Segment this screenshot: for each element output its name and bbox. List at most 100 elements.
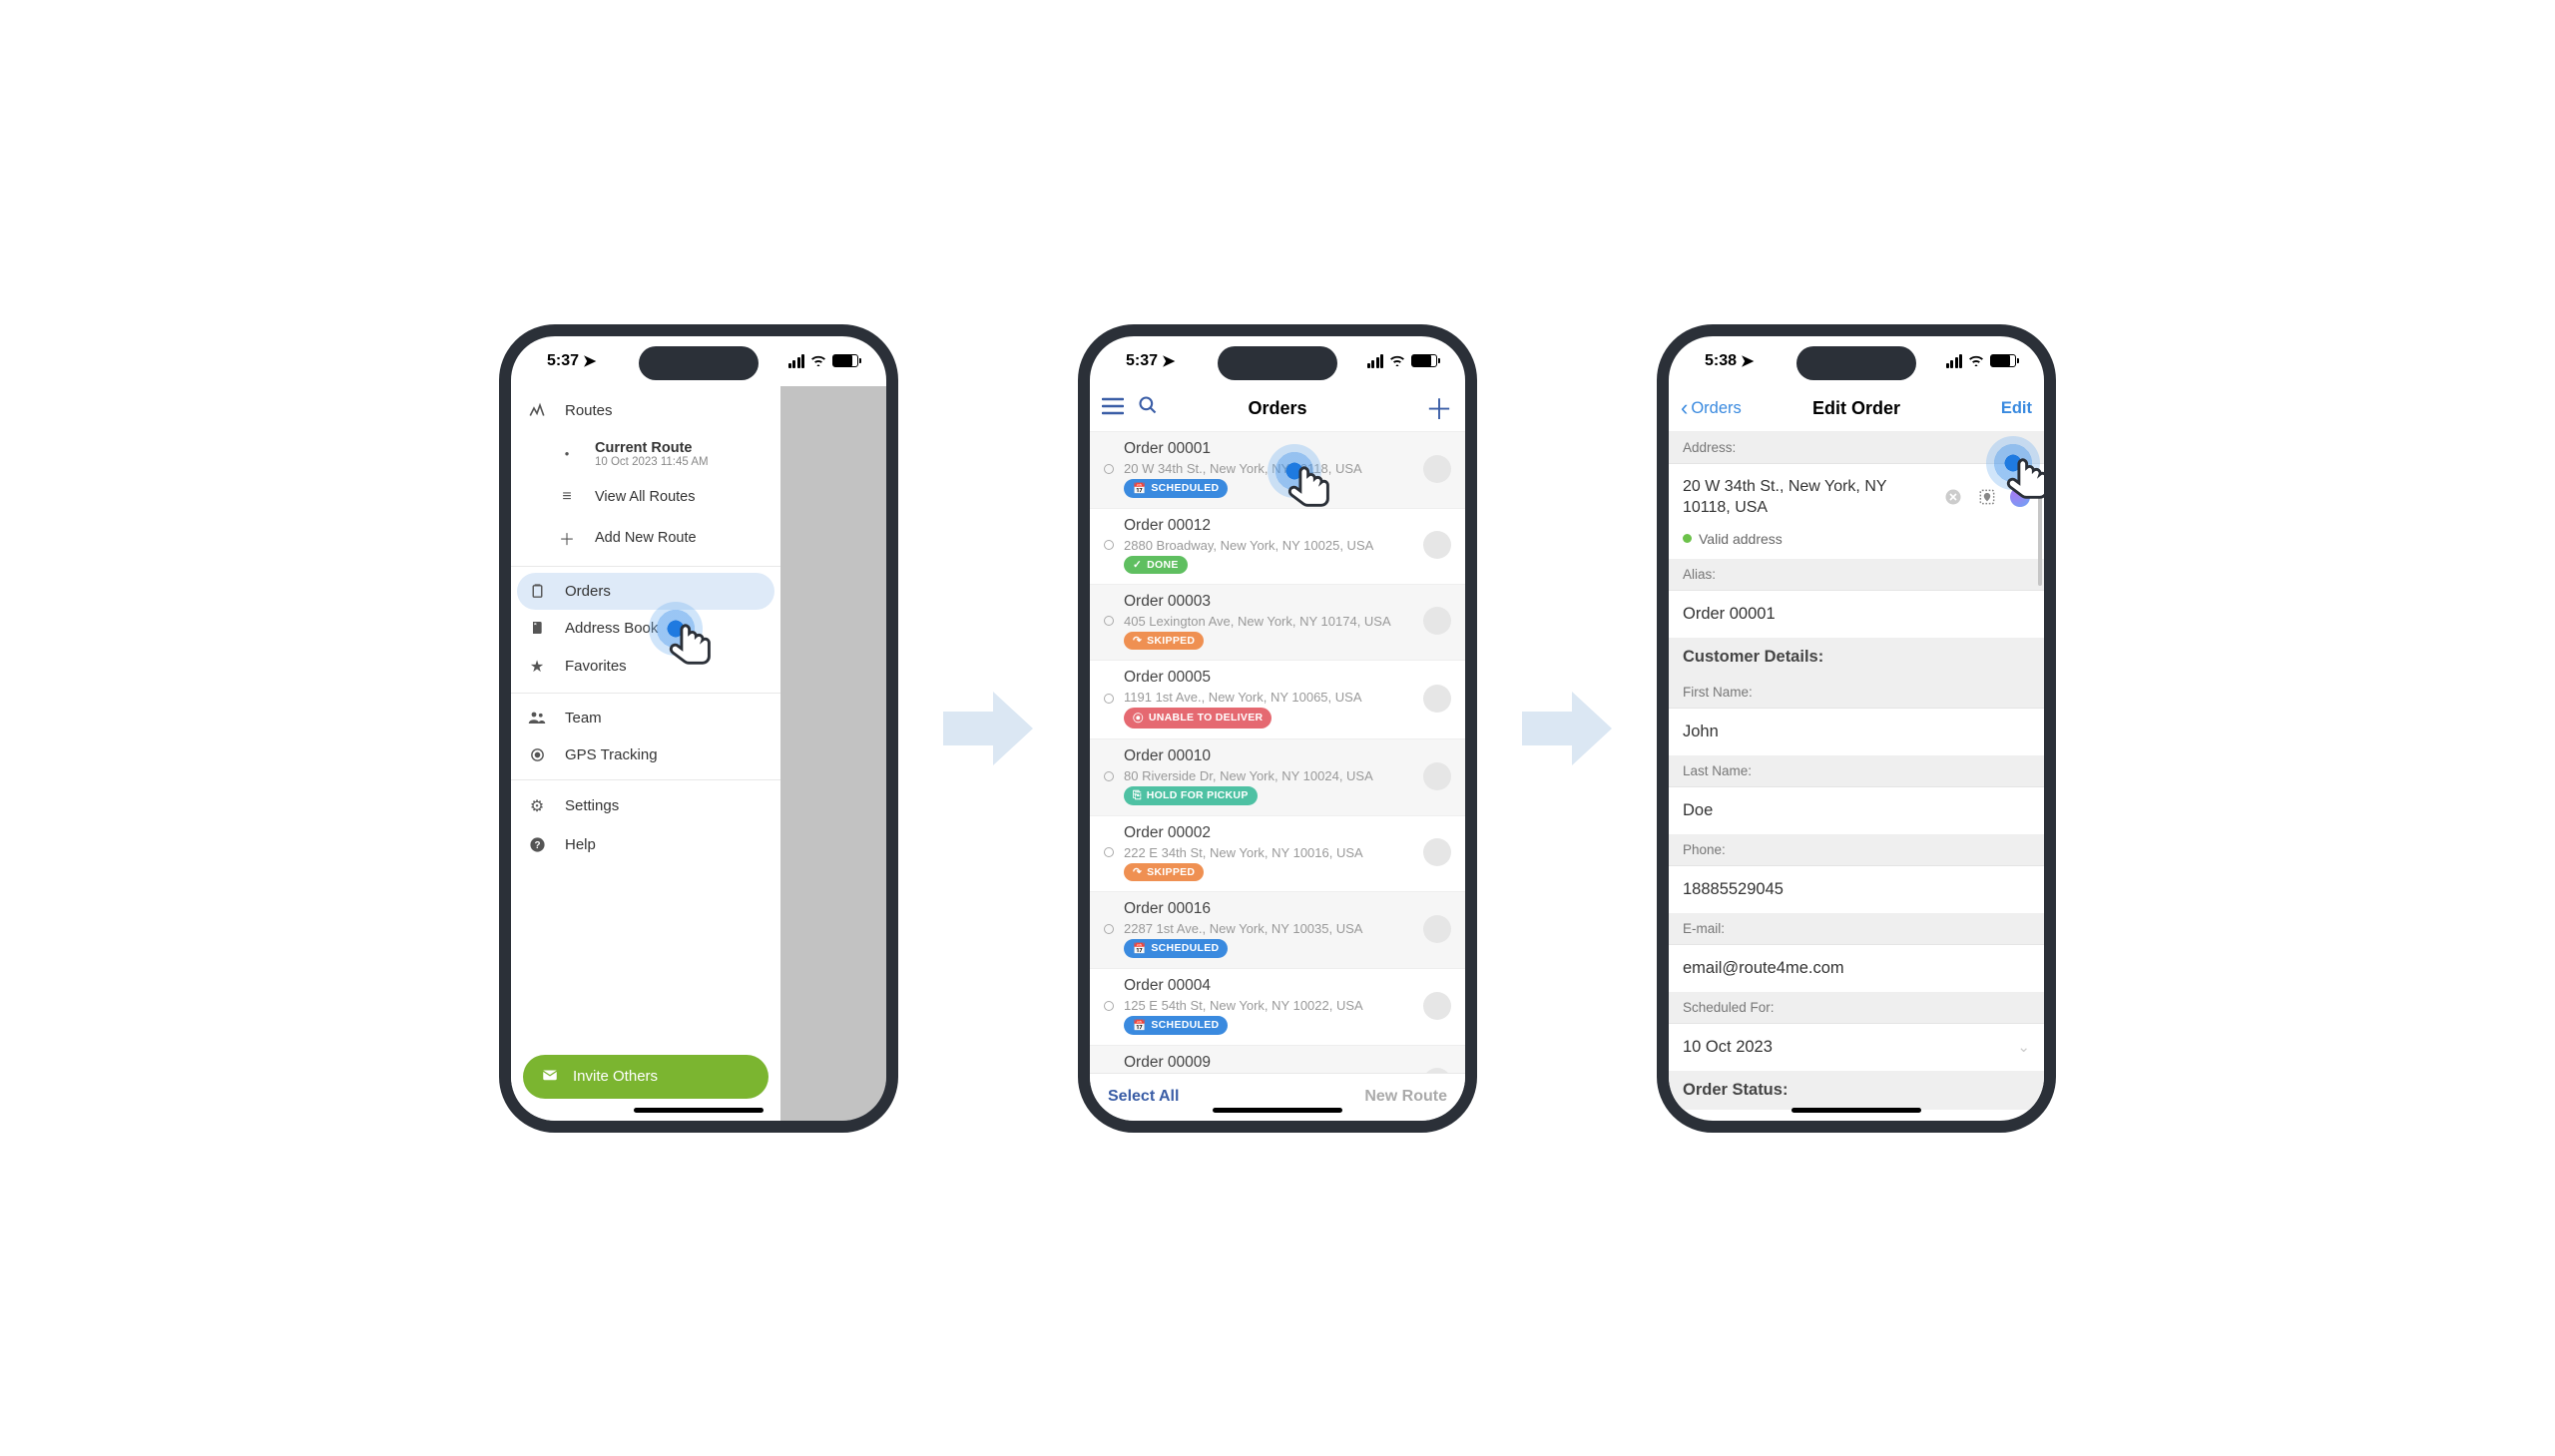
- avatar[interactable]: [1423, 531, 1451, 559]
- order-title: Order 00003: [1124, 593, 1413, 611]
- order-row[interactable]: Order 00012 2880 Broadway, New York, NY …: [1090, 509, 1465, 585]
- status-pill: ✓DONE: [1124, 556, 1188, 574]
- avatar[interactable]: [1423, 685, 1451, 713]
- valid-label: Valid address: [1699, 531, 1783, 547]
- search-icon[interactable]: [1138, 395, 1158, 421]
- book-icon: [527, 620, 547, 636]
- sidebar-item-favorites[interactable]: ★ Favorites: [511, 647, 780, 687]
- notch: [1796, 346, 1916, 380]
- select-all-button[interactable]: Select All: [1108, 1088, 1179, 1106]
- phone-label: Phone:: [1669, 834, 2044, 866]
- sidebar-item-orders[interactable]: Orders: [517, 573, 774, 610]
- sidebar-item-gps[interactable]: GPS Tracking: [511, 736, 780, 773]
- sidebar-item-settings[interactable]: ⚙ Settings: [511, 786, 780, 826]
- sidebar-item-address-book[interactable]: Address Book: [511, 610, 780, 647]
- svg-text:?: ?: [534, 840, 540, 851]
- pill-icon: ⎘: [1133, 789, 1142, 802]
- order-title: Order 00001: [1124, 440, 1413, 458]
- pill-icon: ✓: [1133, 559, 1142, 571]
- last-name-label: Last Name:: [1669, 755, 2044, 787]
- address-book-label: Address Book: [565, 620, 658, 637]
- address-row[interactable]: 20 W 34th St., New York, NY 10118, USA: [1669, 464, 2044, 531]
- select-radio[interactable]: [1104, 1001, 1114, 1011]
- select-radio[interactable]: [1104, 924, 1114, 934]
- order-row[interactable]: Order 00003 405 Lexington Ave, New York,…: [1090, 585, 1465, 661]
- first-name-value[interactable]: John: [1669, 709, 2044, 755]
- select-radio[interactable]: [1104, 847, 1114, 857]
- order-title: Order 00005: [1124, 669, 1413, 687]
- avatar[interactable]: [1423, 607, 1451, 635]
- help-label: Help: [565, 836, 596, 853]
- invite-others-button[interactable]: Invite Others: [523, 1055, 768, 1099]
- scheduled-value[interactable]: 10 Oct 2023 ⌄: [1669, 1024, 2044, 1071]
- order-address: 125 E 54th St, New York, NY 10022, USA: [1124, 998, 1413, 1013]
- pill-icon: 📅: [1133, 1019, 1146, 1032]
- select-radio[interactable]: [1104, 616, 1114, 626]
- notch: [1218, 346, 1337, 380]
- orders-list[interactable]: Order 00001 20 W 34th St., New York, NY …: [1090, 432, 1465, 1073]
- sidebar-menu: Routes ● Current Route 10 Oct 2023 11:45…: [511, 386, 780, 1121]
- order-status-header: Order Status:: [1669, 1071, 2044, 1110]
- alias-value[interactable]: Order 00001: [1669, 591, 2044, 638]
- order-row[interactable]: Order 00016 2287 1st Ave., New York, NY …: [1090, 892, 1465, 969]
- scheduled-text: 10 Oct 2023: [1683, 1038, 1773, 1057]
- status-pill: 📅SCHEDULED: [1124, 479, 1228, 498]
- sidebar-item-add-route[interactable]: ＋ Add New Route: [511, 516, 780, 560]
- sidebar-item-help[interactable]: ? Help: [511, 826, 780, 863]
- pill-icon: ↷: [1133, 866, 1142, 878]
- avatar[interactable]: [1423, 838, 1451, 866]
- last-name-value[interactable]: Doe: [1669, 787, 2044, 834]
- gps-label: GPS Tracking: [565, 746, 658, 763]
- avatar[interactable]: [1423, 762, 1451, 790]
- order-title: Order 00016: [1124, 900, 1413, 918]
- sidebar-item-view-all-routes[interactable]: ≡ View All Routes: [511, 478, 780, 516]
- select-radio[interactable]: [1104, 771, 1114, 781]
- new-route-button[interactable]: New Route: [1364, 1088, 1447, 1106]
- order-row[interactable]: Order 00001 20 W 34th St., New York, NY …: [1090, 432, 1465, 509]
- edit-button[interactable]: Edit: [1952, 399, 2032, 418]
- orders-label: Orders: [565, 583, 611, 600]
- bottom-bar: Select All New Route: [1090, 1073, 1465, 1121]
- avatar[interactable]: [1423, 455, 1451, 483]
- status-pill: 📅SCHEDULED: [1124, 1016, 1228, 1035]
- email-value[interactable]: email@route4me.com: [1669, 945, 2044, 992]
- back-button[interactable]: ‹ Orders: [1681, 395, 1761, 421]
- order-row[interactable]: Order 00004 125 E 54th St, New York, NY …: [1090, 969, 1465, 1046]
- current-route-label: Current Route: [595, 440, 709, 456]
- hamburger-icon[interactable]: [1102, 395, 1124, 421]
- wifi-icon: [1968, 353, 1984, 369]
- order-row[interactable]: Order 00005 1191 1st Ave., New York, NY …: [1090, 661, 1465, 739]
- sidebar-item-team[interactable]: Team: [511, 700, 780, 736]
- add-icon[interactable]: ＋: [1425, 388, 1453, 428]
- signal-icon: [1946, 354, 1963, 368]
- order-address: 222 E 34th St, New York, NY 10016, USA: [1124, 845, 1413, 860]
- select-radio[interactable]: [1104, 540, 1114, 550]
- order-row[interactable]: Order 00002 222 E 34th St, New York, NY …: [1090, 816, 1465, 892]
- sidebar-item-routes[interactable]: Routes: [511, 392, 780, 430]
- sidebar-item-current-route[interactable]: ● Current Route 10 Oct 2023 11:45 AM: [511, 430, 780, 478]
- select-radio[interactable]: [1104, 694, 1114, 704]
- form-scroll[interactable]: Address: 20 W 34th St., New York, NY 101…: [1669, 432, 2044, 1121]
- order-address: 2880 Broadway, New York, NY 10025, USA: [1124, 538, 1413, 553]
- phone-value[interactable]: 18885529045: [1669, 866, 2044, 913]
- avatar[interactable]: [1423, 915, 1451, 943]
- location-arrow-icon: ➤: [1162, 351, 1175, 371]
- phone-edit-order: 5:38➤ ‹ Orders Edit Order Edit Address: …: [1657, 324, 2056, 1133]
- star-icon: ★: [527, 657, 547, 677]
- avatar[interactable]: [1423, 992, 1451, 1020]
- phone-orders-list: 5:37➤ Orders ＋ Order 00001: [1078, 324, 1477, 1133]
- order-title: Order 00012: [1124, 517, 1413, 535]
- select-radio[interactable]: [1104, 464, 1114, 474]
- clear-icon[interactable]: [1942, 486, 1964, 508]
- dimmed-overlay[interactable]: [780, 386, 886, 1121]
- home-indicator: [1791, 1108, 1921, 1113]
- scrollbar[interactable]: [2038, 496, 2042, 586]
- map-pin-icon[interactable]: [1976, 486, 1998, 508]
- help-icon: ?: [527, 836, 547, 853]
- order-row[interactable]: Order 00010 80 Riverside Dr, New York, N…: [1090, 739, 1465, 816]
- order-row[interactable]: Order 00009 533 W 47th St, New York, NY …: [1090, 1046, 1465, 1073]
- color-chip[interactable]: [2010, 487, 2030, 507]
- flow-arrow: [938, 684, 1038, 773]
- status-pill: ↷SKIPPED: [1124, 863, 1204, 881]
- status-pill: ⎘HOLD FOR PICKUP: [1124, 786, 1258, 805]
